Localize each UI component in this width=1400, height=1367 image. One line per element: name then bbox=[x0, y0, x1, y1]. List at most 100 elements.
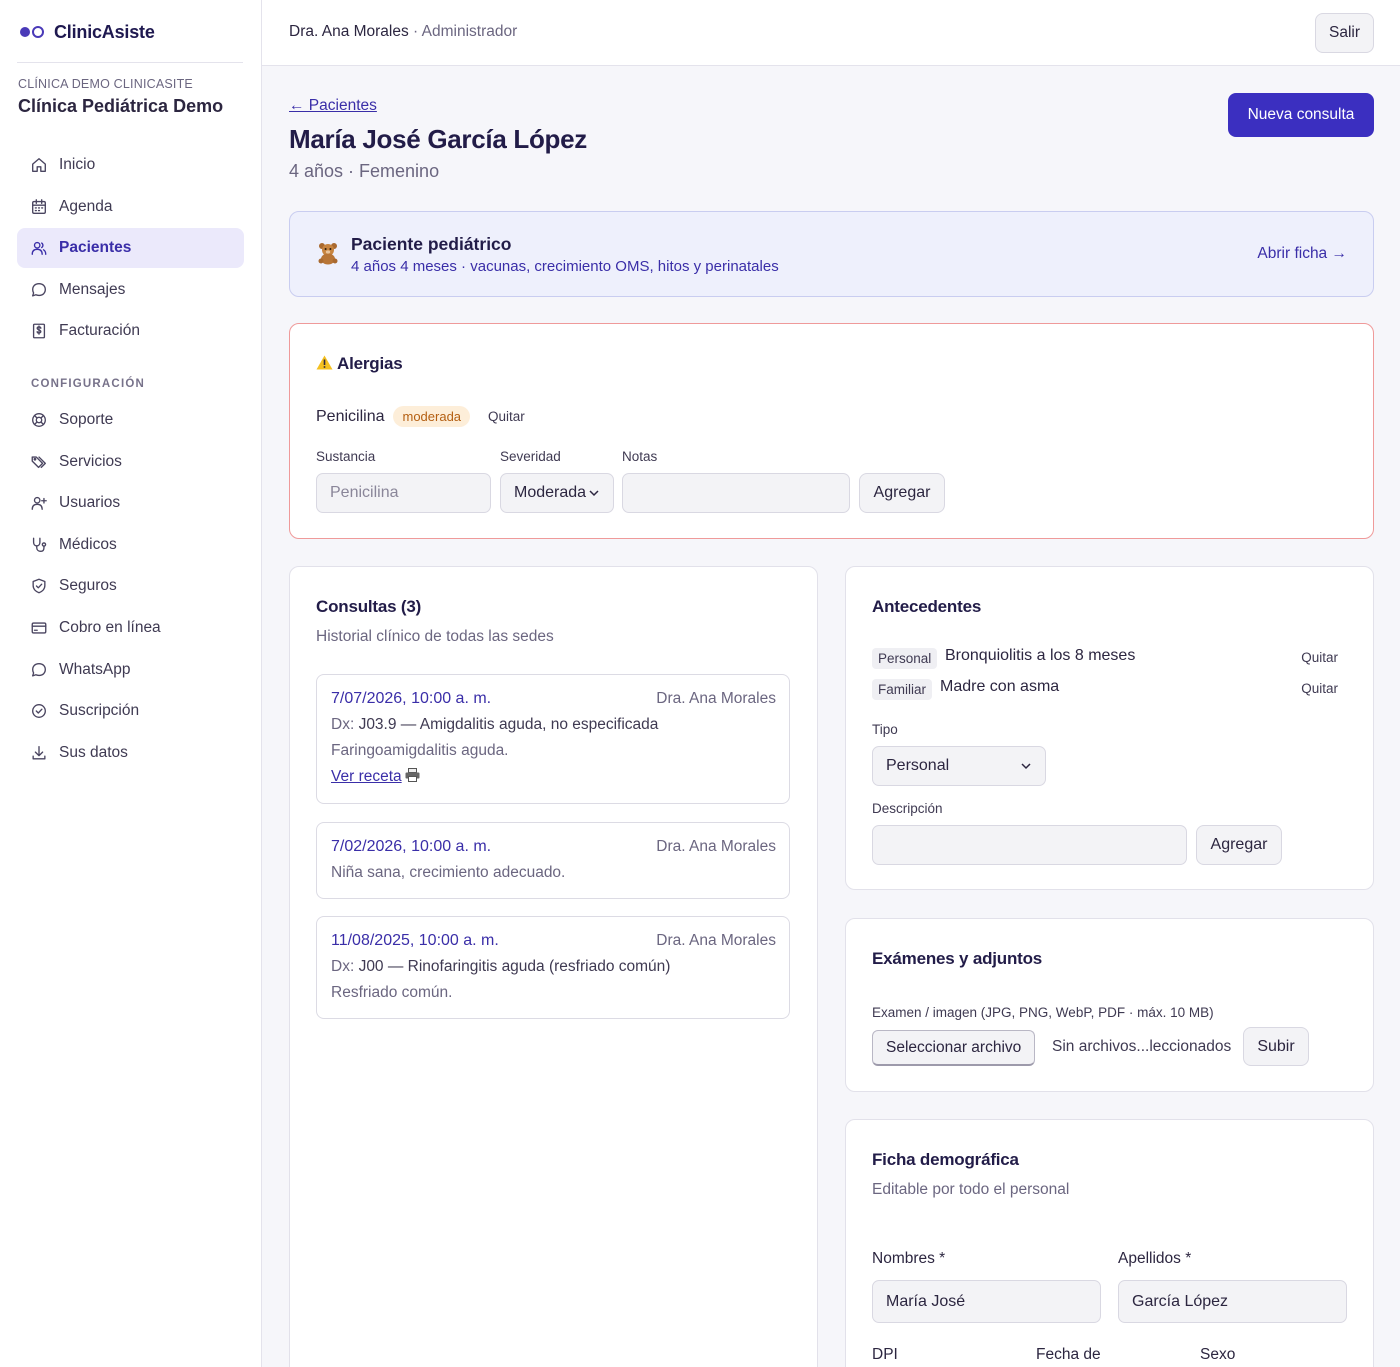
back-to-patients-link[interactable]: ← Pacientes bbox=[289, 97, 377, 115]
sidebar-item-agenda[interactable]: Agenda bbox=[17, 187, 244, 227]
sidebar-item-seguros[interactable]: Seguros bbox=[17, 566, 244, 606]
calendar-icon bbox=[32, 198, 46, 214]
pediatric-subtitle: 4 años 4 meses · vacunas, crecimiento OM… bbox=[351, 258, 779, 275]
sidebar-item-suscripcion[interactable]: Suscripción bbox=[17, 691, 244, 731]
printer-icon bbox=[405, 768, 420, 782]
last-names-input[interactable]: García López bbox=[1118, 1280, 1347, 1323]
brand-name: ClinicAsiste bbox=[54, 21, 155, 42]
history-type-select[interactable]: Personal bbox=[872, 746, 1046, 786]
consultation-doctor: Dra. Ana Morales bbox=[656, 838, 776, 855]
file-status: Sin archivos...leccionados bbox=[1052, 1038, 1232, 1055]
sidebar-item-facturacion[interactable]: Facturación bbox=[17, 311, 244, 351]
logout-button[interactable]: Salir bbox=[1314, 13, 1374, 53]
sidebar-item-whatsapp[interactable]: WhatsApp bbox=[17, 650, 244, 690]
sidebar: ClinicAsiste CLÍNICA DEMO CLINICASITE Cl… bbox=[0, 0, 262, 1367]
consultation-doctor: Dra. Ana Morales bbox=[656, 932, 776, 949]
sidebar-item-pacientes[interactable]: Pacientes bbox=[17, 228, 244, 269]
history-type-badge: Personal bbox=[872, 648, 938, 669]
sidebar-item-label: Servicios bbox=[59, 452, 122, 470]
pediatric-title: Paciente pediátrico bbox=[351, 234, 512, 254]
consultations-subtitle: Historial clínico de todas las sedes bbox=[316, 628, 554, 645]
remove-allergy-button[interactable]: Quitar bbox=[488, 409, 525, 424]
consultation-doctor: Dra. Ana Morales bbox=[656, 690, 776, 707]
consultation-note: Faringoamigdalitis aguda. bbox=[331, 742, 509, 759]
sidebar-item-soporte[interactable]: Soporte bbox=[17, 400, 244, 440]
remove-history-button[interactable]: Quitar bbox=[1301, 650, 1338, 665]
brand[interactable]: ClinicAsiste bbox=[20, 20, 155, 44]
new-consultation-button[interactable]: Nueva consulta bbox=[1228, 93, 1374, 137]
sidebar-item-inicio[interactable]: Inicio bbox=[17, 145, 244, 185]
consultations-title: Consultas (3) bbox=[316, 597, 422, 616]
view-prescription-link[interactable]: Ver receta bbox=[331, 768, 420, 786]
sidebar-item-label: Sus datos bbox=[59, 743, 128, 761]
demographics-card: Ficha demográfica Editable por todo el p… bbox=[845, 1119, 1374, 1367]
consultation-diagnosis: Dx: J03.9 — Amigdalitis aguda, no especi… bbox=[331, 716, 658, 734]
consultation-date: 7/07/2026, 10:00 a. m. bbox=[331, 690, 492, 707]
severity-select-value: Moderada bbox=[514, 484, 587, 501]
exams-card: Exámenes y adjuntos Examen / imagen (JPG… bbox=[845, 918, 1374, 1092]
message-icon bbox=[32, 282, 46, 297]
remove-history-button[interactable]: Quitar bbox=[1301, 681, 1338, 696]
sidebar-item-label: Médicos bbox=[59, 535, 117, 553]
add-history-button[interactable]: Agregar bbox=[1196, 825, 1282, 865]
sidebar-item-medicos[interactable]: Médicos bbox=[17, 525, 244, 565]
check-circle-icon bbox=[32, 704, 46, 719]
notes-label: Notas bbox=[622, 449, 658, 464]
history-title: Antecedentes bbox=[872, 597, 982, 616]
open-pediatric-record-link[interactable]: Abrir ficha → bbox=[1257, 245, 1347, 263]
pediatric-banner: Paciente pediátrico 4 años 4 meses · vac… bbox=[289, 211, 1374, 297]
add-allergy-button[interactable]: Agregar bbox=[859, 473, 945, 513]
home-icon bbox=[32, 158, 46, 172]
consultation-date: 7/02/2026, 10:00 a. m. bbox=[331, 838, 492, 855]
allergy-name: Penicilina bbox=[316, 407, 385, 425]
severity-select[interactable]: Moderada bbox=[500, 473, 614, 513]
sidebar-item-label: Mensajes bbox=[59, 280, 126, 298]
consultation-item[interactable]: 7/02/2026, 10:00 a. m. Dra. Ana Morales … bbox=[316, 822, 790, 899]
sidebar-item-cobro-en-linea[interactable]: Cobro en línea bbox=[17, 608, 244, 648]
chevron-down-icon bbox=[1021, 763, 1031, 770]
users-icon bbox=[31, 242, 47, 256]
upload-button[interactable]: Subir bbox=[1243, 1027, 1309, 1066]
sidebar-item-usuarios[interactable]: Usuarios bbox=[17, 483, 244, 523]
sidebar-item-label: Soporte bbox=[59, 411, 114, 428]
current-user: Dra. Ana Morales · Administrador bbox=[289, 23, 517, 41]
consultation-note: Niña sana, crecimiento adecuado. bbox=[331, 864, 566, 881]
invoice-icon bbox=[32, 323, 46, 339]
config-nav: Soporte Servicios Usuarios Médicos Seguros Co… bbox=[17, 400, 244, 774]
history-description: Bronquiolitis a los 8 meses bbox=[945, 647, 1136, 664]
consultation-item[interactable]: 11/08/2025, 10:00 a. m. Dra. Ana Morales… bbox=[316, 916, 790, 1019]
patient-meta: 4 años · Femenino bbox=[289, 161, 440, 181]
dx-text: J00 — Rinofaringitis aguda (resfriado co… bbox=[358, 958, 671, 975]
dx-label: Dx: bbox=[331, 716, 355, 733]
history-type-badge: Familiar bbox=[872, 679, 933, 700]
history-description-input[interactable] bbox=[872, 825, 1187, 865]
notes-input[interactable] bbox=[622, 473, 850, 513]
substance-input[interactable]: Penicilina bbox=[316, 473, 491, 513]
choose-file-button[interactable]: Seleccionar archivo bbox=[872, 1030, 1036, 1066]
dx-text: J03.9 — Amigdalitis aguda, no especifica… bbox=[358, 716, 659, 733]
sidebar-item-label: Inicio bbox=[59, 156, 96, 173]
last-names-label: Apellidos * bbox=[1118, 1250, 1192, 1267]
stethoscope-icon bbox=[32, 537, 47, 552]
substance-label: Sustancia bbox=[316, 449, 376, 464]
consultation-item[interactable]: 7/07/2026, 10:00 a. m. Dra. Ana Morales … bbox=[316, 674, 790, 804]
severity-label: Severidad bbox=[500, 449, 561, 464]
divider bbox=[17, 62, 243, 63]
first-names-input[interactable]: María José bbox=[872, 1280, 1101, 1323]
severity-badge: moderada bbox=[393, 406, 471, 427]
tags-icon bbox=[31, 455, 46, 468]
sidebar-item-label: Suscripción bbox=[59, 702, 140, 720]
sex-label: Sexo bbox=[1200, 1346, 1236, 1363]
user-plus-icon bbox=[31, 497, 47, 511]
sidebar-item-label: WhatsApp bbox=[59, 660, 131, 678]
consultation-diagnosis: Dx: J00 — Rinofaringitis aguda (resfriad… bbox=[331, 958, 670, 976]
nav-section-label: CONFIGURACIÓN bbox=[31, 378, 145, 390]
sidebar-item-sus-datos[interactable]: Sus datos bbox=[17, 733, 244, 773]
warning-icon bbox=[316, 355, 333, 370]
clinic-kicker: CLÍNICA DEMO CLINICASITE bbox=[18, 77, 193, 91]
sidebar-item-mensajes[interactable]: Mensajes bbox=[17, 270, 244, 310]
birthdate-label: Fecha de bbox=[1036, 1346, 1101, 1363]
allergies-title: Alergias bbox=[316, 354, 403, 374]
whatsapp-icon bbox=[32, 662, 46, 677]
sidebar-item-servicios[interactable]: Servicios bbox=[17, 442, 244, 482]
